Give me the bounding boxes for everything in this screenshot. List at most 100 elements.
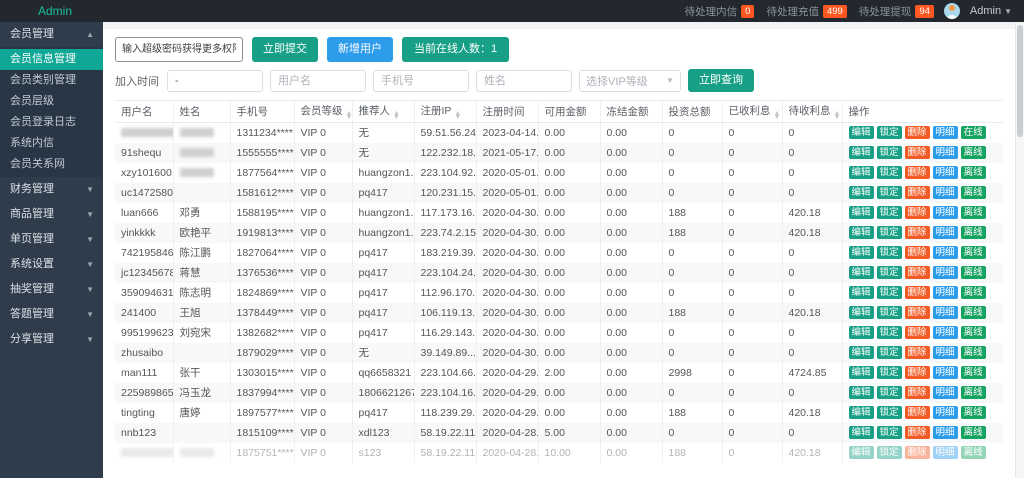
detail-button[interactable]: 明细: [933, 166, 958, 179]
detail-button[interactable]: 明细: [933, 366, 958, 379]
super-password-input[interactable]: [115, 37, 243, 62]
scrollbar-thumb[interactable]: [1017, 25, 1023, 137]
column-header-5[interactable]: 注册IP▲▼: [414, 101, 476, 123]
edit-button[interactable]: 编辑: [849, 186, 874, 199]
pending-stat-1[interactable]: 待处理充值499: [766, 4, 846, 19]
sidebar-item-0[interactable]: 会员信息管理: [0, 49, 103, 70]
lock-button[interactable]: 锁定: [877, 206, 902, 219]
sidebar-section-3[interactable]: 单页管理▼: [0, 227, 103, 252]
sidebar-item-1[interactable]: 会员类别管理: [0, 70, 103, 91]
sort-icon[interactable]: ▲▼: [346, 112, 353, 121]
sort-icon[interactable]: ▲▼: [454, 112, 461, 121]
status-button[interactable]: 离线: [961, 166, 986, 179]
delete-button[interactable]: 删除: [905, 246, 930, 259]
lock-button[interactable]: 锁定: [877, 426, 902, 439]
delete-button[interactable]: 删除: [905, 266, 930, 279]
edit-button[interactable]: 编辑: [849, 346, 874, 359]
detail-button[interactable]: 明细: [933, 246, 958, 259]
edit-button[interactable]: 编辑: [849, 126, 874, 139]
detail-button[interactable]: 明细: [933, 186, 958, 199]
sort-icon[interactable]: ▲▼: [393, 112, 400, 121]
lock-button[interactable]: 锁定: [877, 366, 902, 379]
status-button[interactable]: 离线: [961, 306, 986, 319]
sidebar-section-5[interactable]: 抽奖管理▼: [0, 277, 103, 302]
query-button[interactable]: 立即查询: [688, 69, 754, 92]
name-filter-input[interactable]: [476, 70, 572, 92]
column-header-4[interactable]: 推荐人▲▼: [352, 101, 414, 123]
detail-button[interactable]: 明细: [933, 326, 958, 339]
lock-button[interactable]: 锁定: [877, 326, 902, 339]
lock-button[interactable]: 锁定: [877, 246, 902, 259]
edit-button[interactable]: 编辑: [849, 146, 874, 159]
delete-button[interactable]: 删除: [905, 326, 930, 339]
sidebar-section-2[interactable]: 商品管理▼: [0, 202, 103, 227]
status-button[interactable]: 离线: [961, 406, 986, 419]
status-button[interactable]: 离线: [961, 386, 986, 399]
detail-button[interactable]: 明细: [933, 426, 958, 439]
delete-button[interactable]: 删除: [905, 406, 930, 419]
lock-button[interactable]: 锁定: [877, 126, 902, 139]
delete-button[interactable]: 删除: [905, 386, 930, 399]
detail-button[interactable]: 明细: [933, 146, 958, 159]
lock-button[interactable]: 锁定: [877, 186, 902, 199]
column-header-3[interactable]: 会员等级▲▼: [294, 101, 352, 123]
status-button[interactable]: 离线: [961, 186, 986, 199]
detail-button[interactable]: 明细: [933, 126, 958, 139]
status-button[interactable]: 离线: [961, 326, 986, 339]
status-button[interactable]: 离线: [961, 366, 986, 379]
sidebar-item-4[interactable]: 系统内信: [0, 133, 103, 154]
delete-button[interactable]: 删除: [905, 146, 930, 159]
edit-button[interactable]: 编辑: [849, 406, 874, 419]
sidebar-section-7[interactable]: 分享管理▼: [0, 327, 103, 352]
edit-button[interactable]: 编辑: [849, 386, 874, 399]
lock-button[interactable]: 锁定: [877, 406, 902, 419]
sort-icon[interactable]: ▲▼: [834, 112, 841, 121]
delete-button[interactable]: 删除: [905, 226, 930, 239]
detail-button[interactable]: 明细: [933, 346, 958, 359]
lock-button[interactable]: 锁定: [877, 386, 902, 399]
sidebar-section-1[interactable]: 财务管理▼: [0, 177, 103, 202]
edit-button[interactable]: 编辑: [849, 226, 874, 239]
status-button[interactable]: 离线: [961, 146, 986, 159]
sidebar-section-4[interactable]: 系统设置▼: [0, 252, 103, 277]
status-button[interactable]: 离线: [961, 346, 986, 359]
edit-button[interactable]: 编辑: [849, 366, 874, 379]
edit-button[interactable]: 编辑: [849, 446, 874, 459]
sidebar-section-6[interactable]: 答题管理▼: [0, 302, 103, 327]
column-header-11[interactable]: 待收利息▲▼: [782, 101, 842, 123]
delete-button[interactable]: 删除: [905, 426, 930, 439]
lock-button[interactable]: 锁定: [877, 286, 902, 299]
sort-icon[interactable]: ▲▼: [774, 112, 781, 121]
submit-password-button[interactable]: 立即提交: [252, 37, 318, 62]
detail-button[interactable]: 明细: [933, 306, 958, 319]
phone-filter-input[interactable]: [373, 70, 469, 92]
detail-button[interactable]: 明细: [933, 266, 958, 279]
sidebar-section-0[interactable]: 会员管理▲: [0, 22, 103, 47]
delete-button[interactable]: 删除: [905, 366, 930, 379]
pending-stat-0[interactable]: 待处理内信0: [685, 4, 755, 19]
column-header-10[interactable]: 已收利息▲▼: [722, 101, 782, 123]
sidebar-item-5[interactable]: 会员关系网: [0, 154, 103, 175]
status-button[interactable]: 离线: [961, 266, 986, 279]
join-time-input[interactable]: [167, 70, 263, 92]
sidebar-item-2[interactable]: 会员层级: [0, 91, 103, 112]
delete-button[interactable]: 删除: [905, 206, 930, 219]
lock-button[interactable]: 锁定: [877, 226, 902, 239]
lock-button[interactable]: 锁定: [877, 446, 902, 459]
edit-button[interactable]: 编辑: [849, 326, 874, 339]
pending-stat-2[interactable]: 待处理提现94: [859, 4, 934, 19]
status-button[interactable]: 在线: [961, 126, 986, 139]
delete-button[interactable]: 删除: [905, 306, 930, 319]
edit-button[interactable]: 编辑: [849, 246, 874, 259]
lock-button[interactable]: 锁定: [877, 166, 902, 179]
status-button[interactable]: 离线: [961, 206, 986, 219]
detail-button[interactable]: 明细: [933, 286, 958, 299]
status-button[interactable]: 离线: [961, 226, 986, 239]
status-button[interactable]: 离线: [961, 246, 986, 259]
status-button[interactable]: 离线: [961, 426, 986, 439]
edit-button[interactable]: 编辑: [849, 306, 874, 319]
detail-button[interactable]: 明细: [933, 446, 958, 459]
user-menu[interactable]: Admin ▼: [970, 5, 1012, 17]
lock-button[interactable]: 锁定: [877, 146, 902, 159]
detail-button[interactable]: 明细: [933, 406, 958, 419]
